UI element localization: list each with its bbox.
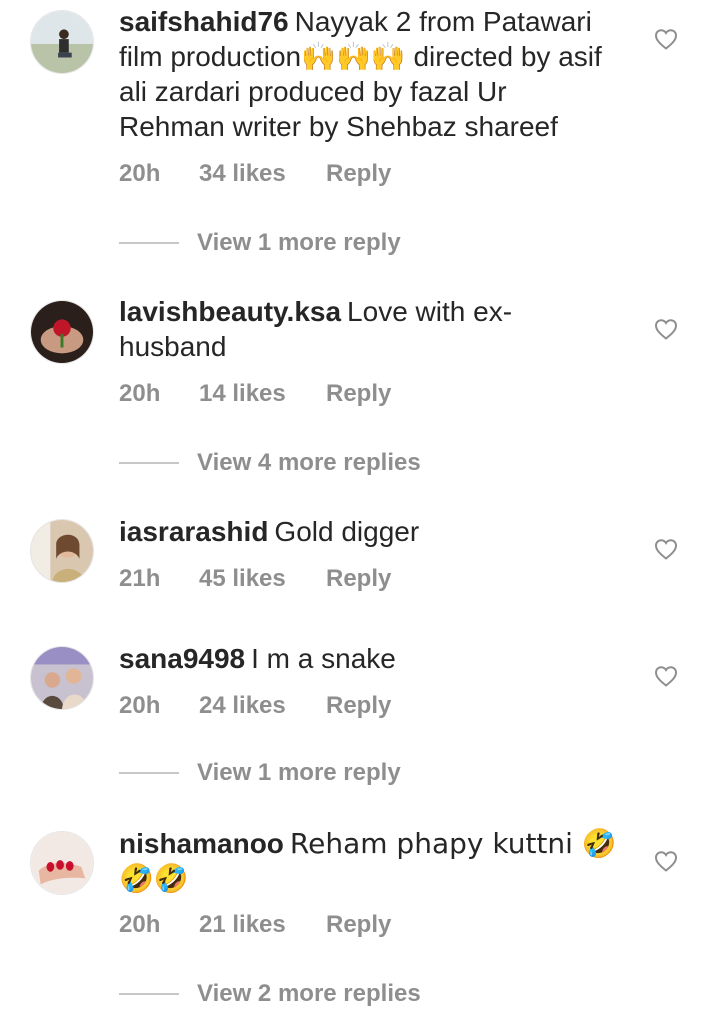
comment-text: sana9498 I m a snake — [119, 641, 619, 676]
like-heart-icon[interactable] — [654, 665, 678, 687]
like-heart-icon[interactable] — [654, 850, 678, 872]
comment-text: saifshahid76 Nayyak 2 from Patawari film … — [119, 4, 619, 144]
comment-text: iasrarashid Gold digger — [119, 514, 619, 549]
view-more-replies[interactable]: View 2 more replies — [119, 980, 421, 1008]
avatar[interactable] — [30, 519, 94, 583]
reply-button[interactable]: Reply — [326, 380, 391, 408]
comment-time: 20h — [119, 911, 161, 938]
comment-username[interactable]: saifshahid76 — [119, 6, 289, 37]
comment-body: I m a snake — [251, 643, 396, 674]
view-more-replies-label: View 1 more reply — [197, 759, 401, 786]
view-more-replies-label: View 4 more replies — [197, 449, 421, 476]
comment-time: 20h — [119, 380, 161, 407]
like-heart-icon[interactable] — [654, 318, 678, 340]
like-heart-icon[interactable] — [654, 538, 678, 560]
avatar[interactable] — [30, 300, 94, 364]
comment-time: 20h — [119, 160, 161, 187]
view-more-replies[interactable]: View 1 more reply — [119, 759, 401, 787]
replies-divider — [119, 462, 179, 464]
avatar[interactable] — [30, 831, 94, 895]
comment-meta: 21h 45 likes Reply — [119, 565, 391, 593]
replies-divider — [119, 772, 179, 774]
comment-body: Gold digger — [274, 516, 420, 547]
view-more-replies-label: View 1 more reply — [197, 229, 401, 256]
comment-likes[interactable]: 45 likes — [199, 565, 326, 593]
replies-divider — [119, 242, 179, 244]
reply-button[interactable]: Reply — [326, 692, 391, 720]
comment-meta: 20h 34 likes Reply — [119, 160, 391, 188]
comment-likes[interactable]: 14 likes — [199, 380, 326, 408]
reply-button[interactable]: Reply — [326, 911, 391, 939]
view-more-replies[interactable]: View 4 more replies — [119, 449, 421, 477]
avatar[interactable] — [30, 10, 94, 74]
comment-likes[interactable]: 34 likes — [199, 160, 326, 188]
comment-meta: 20h 14 likes Reply — [119, 380, 391, 408]
replies-divider — [119, 993, 179, 995]
comment-username[interactable]: iasrarashid — [119, 516, 268, 547]
comment-likes[interactable]: 21 likes — [199, 911, 326, 939]
like-heart-icon[interactable] — [654, 28, 678, 50]
comment-time: 20h — [119, 692, 161, 719]
comment-meta: 20h 24 likes Reply — [119, 692, 391, 720]
comment-likes[interactable]: 24 likes — [199, 692, 326, 720]
view-more-replies[interactable]: View 1 more reply — [119, 229, 401, 257]
avatar[interactable] — [30, 646, 94, 710]
reply-button[interactable]: Reply — [326, 565, 391, 593]
comment-username[interactable]: sana9498 — [119, 643, 245, 674]
comment-text: lavishbeauty.ksa Love with ex-husband — [119, 294, 619, 364]
view-more-replies-label: View 2 more replies — [197, 980, 421, 1007]
comment-meta: 20h 21 likes Reply — [119, 911, 391, 939]
comment-text: nishamanoo Reham phapy kuttni 🤣🤣🤣 — [119, 826, 619, 896]
comment-username[interactable]: lavishbeauty.ksa — [119, 296, 341, 327]
comment-time: 21h — [119, 565, 161, 592]
reply-button[interactable]: Reply — [326, 160, 391, 188]
comment-username[interactable]: nishamanoo — [119, 828, 284, 859]
